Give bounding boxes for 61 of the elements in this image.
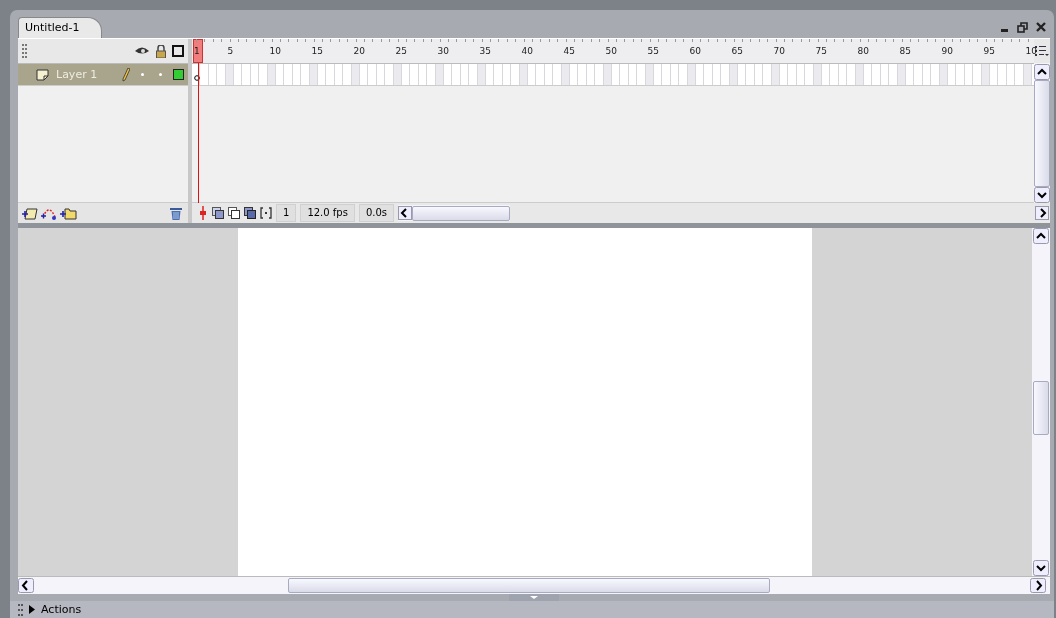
vertical-scrollbar[interactable] — [1034, 63, 1050, 203]
actions-panel-bar[interactable]: Actions — [10, 601, 1054, 618]
frame-number: 40 — [521, 46, 534, 56]
scroll-up-icon[interactable] — [1034, 64, 1050, 80]
scroll-down-icon[interactable] — [1034, 187, 1050, 203]
center-frame-icon[interactable] — [198, 206, 208, 220]
edit-frames-icon[interactable] — [244, 207, 256, 219]
frame-number: 95 — [983, 46, 996, 56]
onion-outline-icon[interactable] — [228, 207, 240, 219]
scroll-right-icon[interactable] — [1035, 206, 1049, 220]
bracket-icon[interactable] — [260, 207, 272, 219]
frame-number: 55 — [647, 46, 660, 56]
grip-icon — [22, 44, 27, 58]
close-icon[interactable] — [1036, 22, 1046, 32]
scroll-right-icon[interactable] — [1030, 578, 1046, 593]
frame-number: 5 — [227, 46, 234, 56]
frame-number: 10 — [269, 46, 282, 56]
collapse-handle-icon[interactable] — [509, 594, 559, 601]
frame-number: 70 — [773, 46, 786, 56]
frame-number: 65 — [731, 46, 744, 56]
frame-number: 20 — [353, 46, 366, 56]
frame-number: 45 — [563, 46, 576, 56]
visible-dot[interactable] — [141, 73, 144, 76]
frame-number: 1 — [194, 46, 200, 56]
folder-icon[interactable] — [60, 206, 77, 220]
scroll-left-icon[interactable] — [398, 206, 413, 220]
frame-number: 25 — [395, 46, 408, 56]
frame-number: 80 — [857, 46, 870, 56]
keyframe-icon — [194, 75, 200, 81]
vertical-scrollbar[interactable] — [1032, 228, 1050, 576]
outline-color-swatch[interactable] — [173, 69, 184, 80]
lock-dot[interactable] — [159, 73, 162, 76]
scroll-down-icon[interactable] — [1033, 560, 1049, 576]
expand-arrow-icon[interactable] — [28, 605, 36, 614]
outline-icon[interactable] — [172, 45, 184, 57]
frame-number: 90 — [941, 46, 954, 56]
current-frame-marker — [193, 39, 203, 63]
frame-number: 75 — [815, 46, 828, 56]
grip-icon — [18, 603, 23, 616]
layer-icon — [36, 68, 49, 81]
frame-rate: 12.0 fps — [300, 204, 355, 222]
scroll-left-icon[interactable] — [18, 578, 34, 593]
frame-number: 50 — [605, 46, 618, 56]
pencil-icon — [122, 67, 130, 82]
panel-title: Actions — [41, 603, 82, 616]
document-tab[interactable]: Untitled-1 — [18, 17, 103, 38]
eye-icon[interactable] — [134, 46, 150, 56]
frame-number: 85 — [899, 46, 912, 56]
menu-icon[interactable] — [1035, 45, 1049, 57]
elapsed-time: 0.0s — [358, 204, 395, 222]
frame-number: 30 — [437, 46, 450, 56]
restore-icon[interactable] — [1017, 21, 1028, 33]
scroll-up-icon[interactable] — [1033, 228, 1049, 244]
lock-icon[interactable] — [156, 44, 166, 58]
current-frame: 1 — [276, 204, 297, 222]
new-layer-icon[interactable] — [22, 206, 38, 220]
onion-skin-icon[interactable] — [212, 207, 224, 219]
frame-number: 35 — [479, 46, 492, 56]
frame-number: 15 — [311, 46, 324, 56]
frame-number: 60 — [689, 46, 702, 56]
trash-icon[interactable] — [170, 206, 182, 220]
